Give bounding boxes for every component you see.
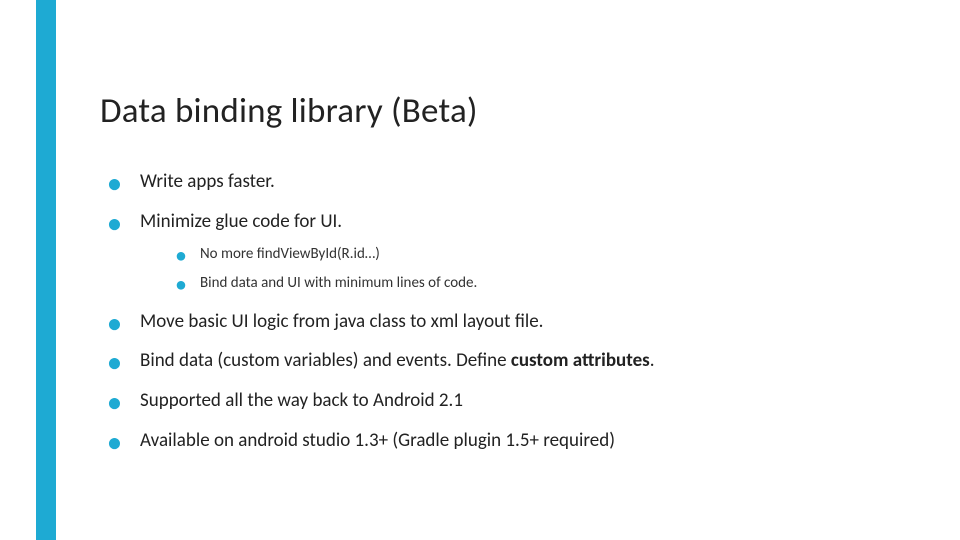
bullet-text: No more findViewById(R.id…) xyxy=(200,245,380,263)
list-item: Bind data and UI with minimum lines of c… xyxy=(170,273,920,294)
list-item: Write apps faster. xyxy=(100,170,920,194)
bullet-text: Move basic UI logic from java class to x… xyxy=(140,310,543,333)
list-item: Move basic UI logic from java class to x… xyxy=(100,310,920,334)
bullet-text: . xyxy=(650,349,655,372)
list-item: Bind data (custom variables) and events.… xyxy=(100,349,920,373)
list-item: Minimize glue code for UI. No more findV… xyxy=(100,210,920,294)
list-item: Available on android studio 1.3+ (Gradle… xyxy=(100,429,920,453)
bullet-text: Available on android studio 1.3+ (Gradle… xyxy=(140,429,615,452)
bullet-text: Bind data and UI with minimum lines of c… xyxy=(200,274,477,292)
slide-title: Data binding library (Beta) xyxy=(100,90,920,132)
bullet-text: Bind data (custom variables) and events.… xyxy=(140,349,511,372)
bullet-text: Write apps faster. xyxy=(140,170,275,193)
bullet-text: Minimize glue code for UI. xyxy=(140,210,342,233)
slide-content: Data binding library (Beta) Write apps f… xyxy=(100,90,920,469)
list-item: Supported all the way back to Android 2.… xyxy=(100,389,920,413)
bullet-text: Supported all the way back to Android 2.… xyxy=(140,389,463,412)
sub-bullet-list: No more findViewById(R.id…) Bind data an… xyxy=(170,244,920,294)
list-item: No more findViewById(R.id…) xyxy=(170,244,920,265)
accent-bar xyxy=(36,0,56,540)
bullet-list: Write apps faster. Minimize glue code fo… xyxy=(100,170,920,453)
bullet-text-bold: custom attributes xyxy=(511,349,650,372)
